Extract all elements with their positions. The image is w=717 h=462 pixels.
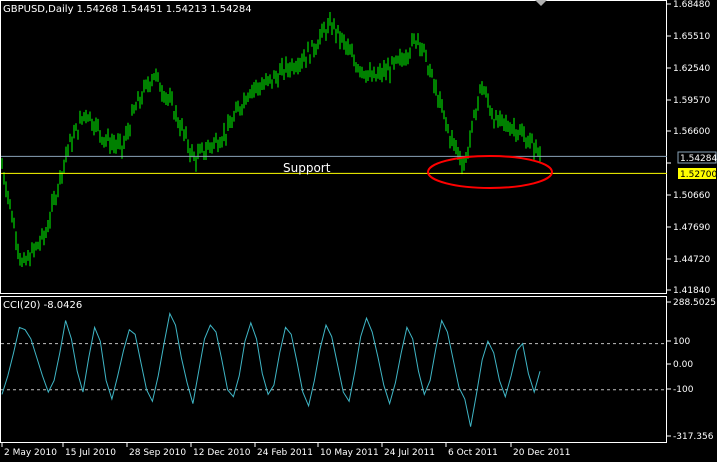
x-tick-label: 12 Dec 2010	[193, 448, 251, 458]
current-price-tag-text: 1.54284	[680, 154, 717, 164]
price-y-tick-label: 1.59570	[673, 96, 710, 106]
chart-window[interactable]: 1.68480 1.65510 1.62540 1.59570 1.56600 1.506…	[0, 0, 717, 462]
price-y-tick-label: 1.68480	[673, 0, 710, 10]
chart-canvas[interactable]: 1.68480 1.65510 1.62540 1.59570 1.56600 1.506…	[0, 0, 717, 462]
cci-y-tick-label: 100	[673, 337, 690, 347]
price-y-tick-label: 1.65510	[673, 32, 710, 42]
price-y-tick-label: 1.41840	[673, 286, 710, 296]
x-tick-label: 2 May 2010	[4, 448, 57, 458]
price-y-tick-label: 1.47690	[673, 223, 710, 233]
x-tick-label: 15 Jul 2010	[65, 448, 116, 458]
cci-panel-header: CCI(20) -8.0426	[3, 300, 82, 311]
price-y-tick-label: 1.44720	[673, 255, 710, 265]
price-y-tick-label: 1.50660	[673, 191, 710, 201]
support-price-tag-text: 1.52700	[680, 170, 717, 180]
cci-y-tick-label: -317.356	[673, 432, 714, 442]
cci-y-tick-label: 0.00	[673, 360, 693, 370]
price-panel-header: GBPUSD,Daily 1.54268 1.54451 1.54213 1.5…	[3, 4, 252, 15]
support-label: Support	[283, 161, 331, 175]
cci-y-tick-label: 288.5025	[673, 298, 716, 308]
x-tick-label: 28 Sep 2010	[129, 448, 186, 458]
price-panel-frame	[0, 0, 667, 294]
x-tick-label: 24 Feb 2011	[257, 448, 313, 458]
cci-y-tick-label: -100	[673, 385, 694, 395]
price-y-tick-label: 1.56600	[673, 127, 710, 137]
x-tick-label: 20 Dec 2011	[513, 448, 571, 458]
x-tick-label: 24 Jul 2011	[384, 448, 435, 458]
x-tick-label: 10 May 2011	[320, 448, 379, 458]
cci-panel-frame	[0, 296, 667, 443]
price-y-tick-label: 1.62540	[673, 64, 710, 74]
x-tick-label: 6 Oct 2011	[448, 448, 498, 458]
